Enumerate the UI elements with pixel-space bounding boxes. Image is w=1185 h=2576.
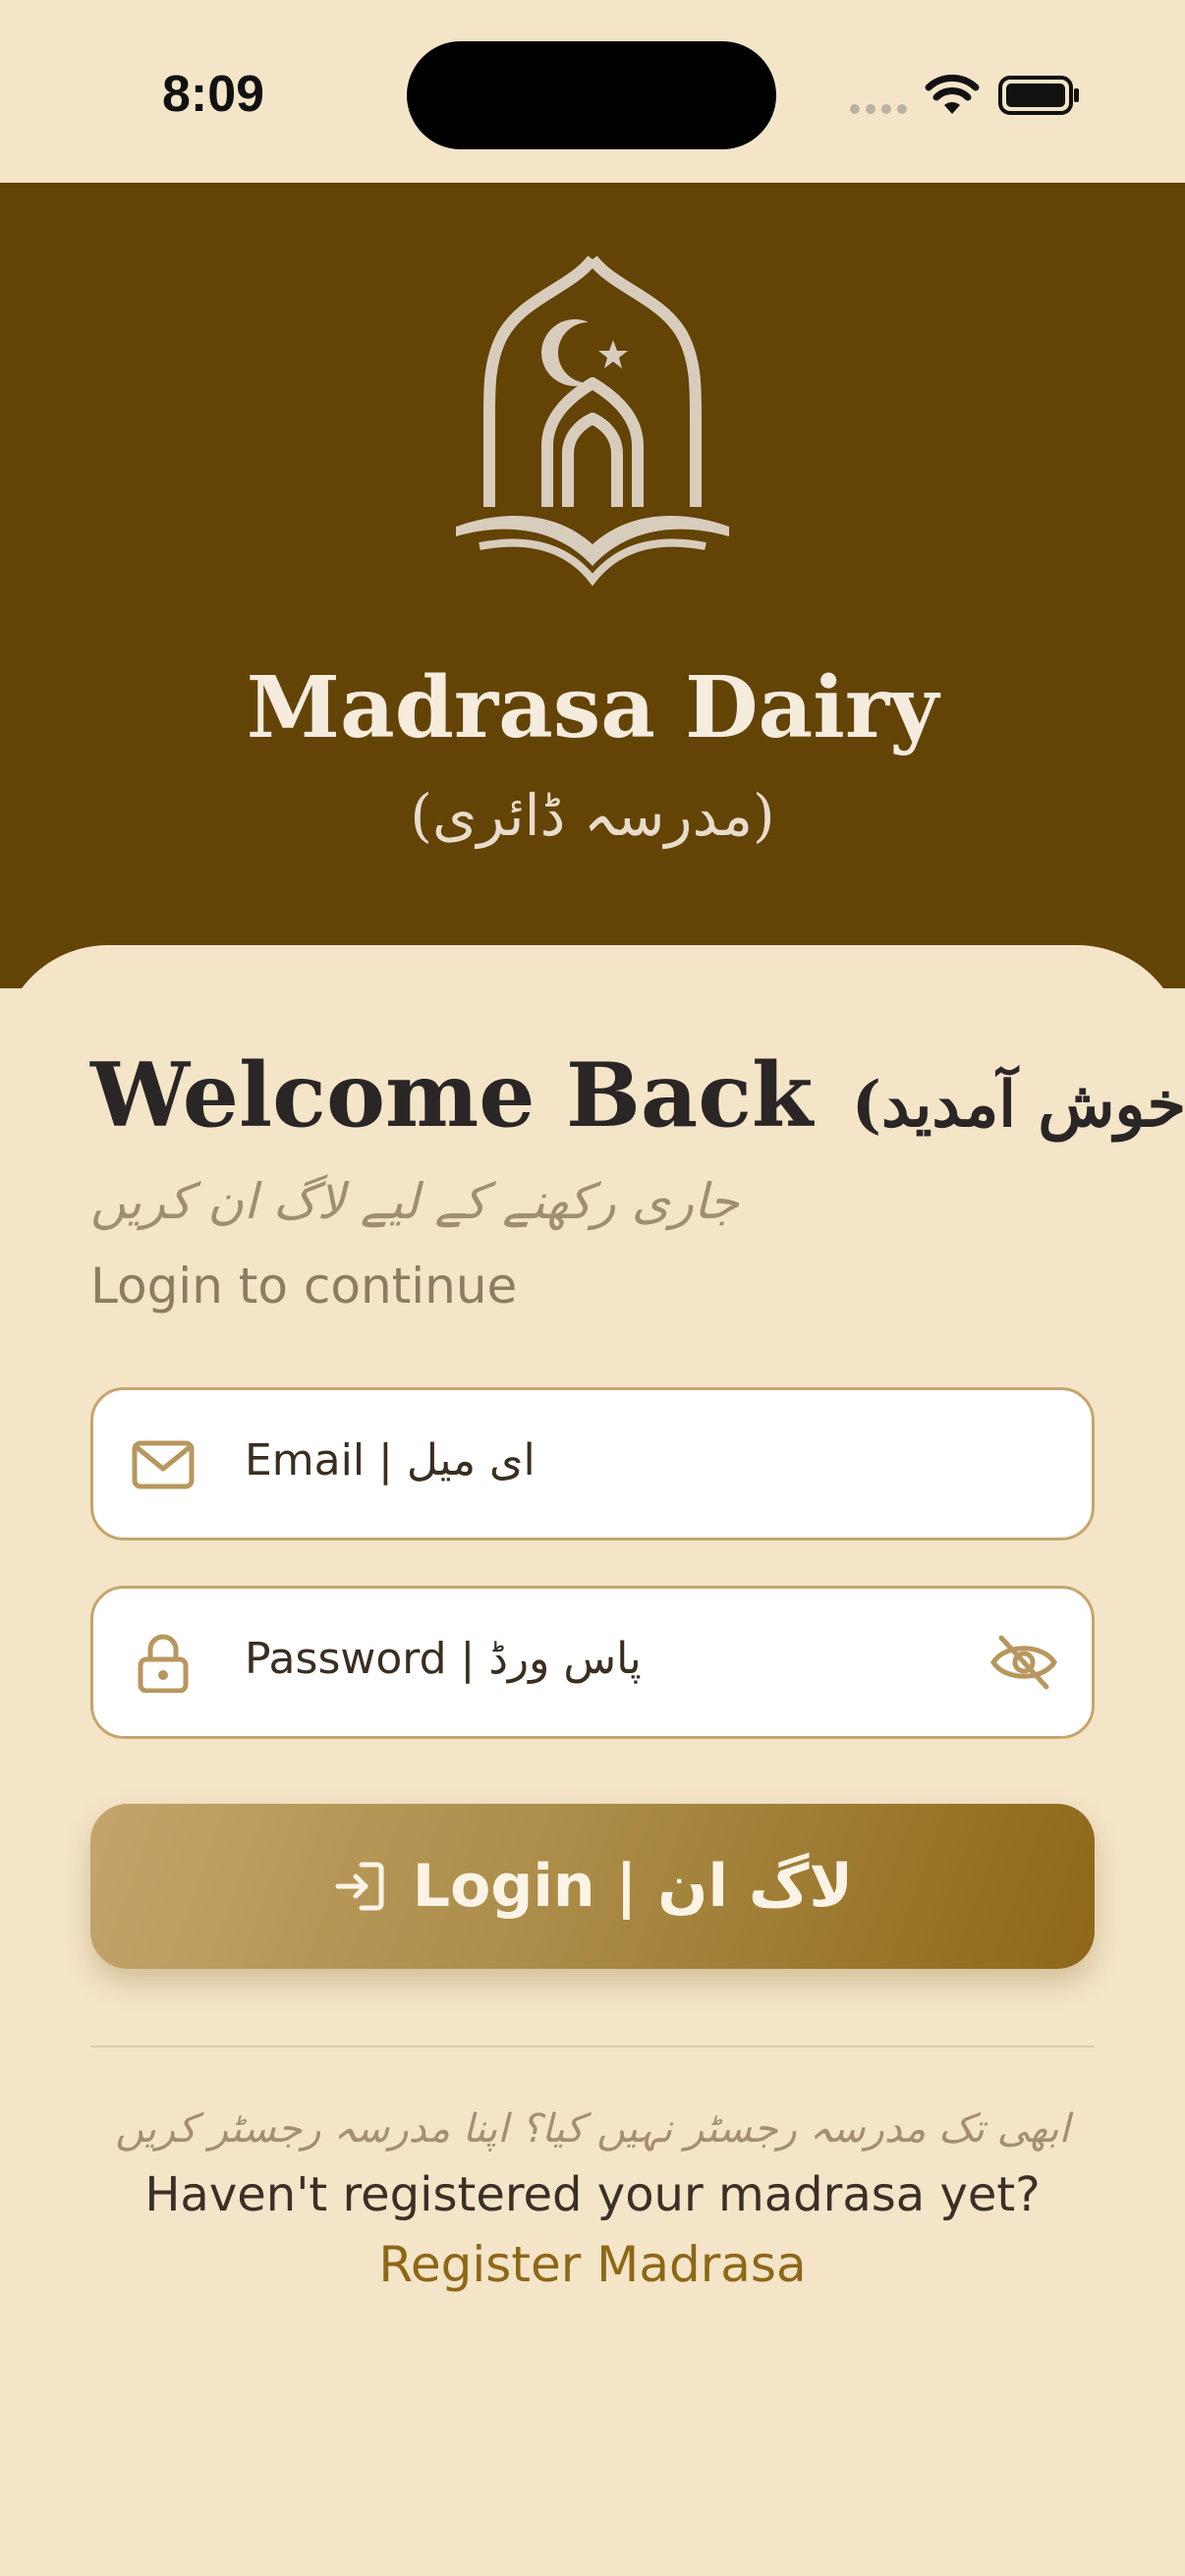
lock-icon bbox=[138, 1634, 189, 1693]
cellular-signal-icon bbox=[850, 104, 907, 114]
welcome-heading: Welcome Back (خوش آمدید) bbox=[90, 1043, 1185, 1148]
email-field[interactable]: Email | ای میل bbox=[90, 1387, 1095, 1540]
app-subtitle-urdu: (مدرسہ ڈائری) bbox=[410, 782, 775, 849]
login-card: Welcome Back (خوش آمدید) جاری رکھنے کے ل… bbox=[0, 945, 1185, 2576]
email-placeholder: Email | ای میل bbox=[245, 1435, 536, 1485]
eye-off-icon[interactable] bbox=[989, 1632, 1058, 1693]
password-field[interactable]: Password | پاس ورڈ bbox=[90, 1586, 1095, 1739]
battery-icon bbox=[998, 76, 1079, 115]
login-subtitle: Login to continue bbox=[90, 1258, 518, 1315]
dynamic-island bbox=[407, 41, 776, 149]
login-subtitle-urdu: جاری رکھنے کے لیے لاگ ان کریں bbox=[90, 1173, 740, 1230]
app-title: Madrasa Dairy bbox=[246, 658, 939, 757]
welcome-title-urdu: (خوش آمدید) bbox=[851, 1068, 1185, 1142]
mail-icon bbox=[132, 1440, 195, 1489]
login-button-label: Login | لاگ ان bbox=[412, 1852, 854, 1921]
wifi-icon bbox=[925, 75, 980, 114]
divider bbox=[90, 2045, 1095, 2047]
register-prompt: Haven't registered your madrasa yet? bbox=[144, 2167, 1041, 2222]
login-button[interactable]: Login | لاگ ان bbox=[90, 1804, 1095, 1969]
mosque-book-logo-icon bbox=[456, 255, 729, 587]
app-header: Madrasa Dairy (مدرسہ ڈائری) bbox=[0, 183, 1185, 988]
login-arrow-icon bbox=[335, 1862, 384, 1911]
register-madrasa-link[interactable]: Register Madrasa bbox=[0, 2236, 1185, 2293]
welcome-title: Welcome Back bbox=[90, 1043, 814, 1148]
status-time: 8:09 bbox=[162, 66, 265, 123]
status-bar: 8:09 bbox=[0, 0, 1185, 183]
register-prompt-urdu: ابھی تک مدرسہ رجسٹر نہیں کیا؟ اپنا مدرسہ… bbox=[115, 2106, 1070, 2152]
password-placeholder: Password | پاس ورڈ bbox=[245, 1634, 642, 1684]
